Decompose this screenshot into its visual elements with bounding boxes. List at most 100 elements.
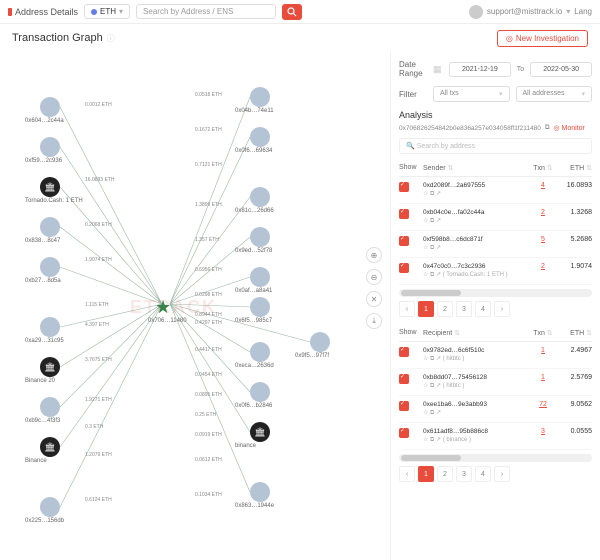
node-label: 0x604…2c44a: [25, 118, 64, 124]
graph-node[interactable]: [250, 87, 270, 107]
search-input[interactable]: Search by Address / ENS: [136, 4, 276, 19]
graph-node[interactable]: [250, 297, 270, 317]
node-label: 0x225…156db: [25, 518, 64, 524]
graph-node[interactable]: 🏛: [40, 177, 60, 197]
address-link[interactable]: 0xb04c0e…fa02c44a: [423, 209, 530, 216]
txn-link[interactable]: 72: [539, 401, 547, 408]
monitor-button[interactable]: ◎ Monitor: [553, 124, 584, 132]
address-link[interactable]: 0x611adf8…95b886c8: [423, 428, 530, 435]
eth-value: 16.0893: [556, 182, 592, 189]
address-link[interactable]: 0xb8dd07…75456128: [423, 374, 530, 381]
user-menu[interactable]: support@misttrack.io▾Lang: [469, 5, 592, 19]
graph-node[interactable]: [40, 397, 60, 417]
graph-node[interactable]: [40, 137, 60, 157]
address-link[interactable]: 0x47c0c0…7c3c2936: [423, 263, 530, 270]
txn-link[interactable]: 5: [541, 236, 545, 243]
download-button[interactable]: ⤓: [366, 313, 382, 329]
show-checkbox[interactable]: [399, 428, 409, 438]
recipients-header: Show Recipient ⇅ Txn ⇅ ETH ⇅: [399, 325, 592, 342]
address-filter-select[interactable]: All addresses▾: [516, 86, 593, 102]
page-3[interactable]: 3: [456, 301, 472, 317]
txn-link[interactable]: 4: [541, 182, 545, 189]
graph-node[interactable]: [250, 187, 270, 207]
address-link[interactable]: 0xd2089f…2a697555: [423, 182, 530, 189]
address-link[interactable]: 0x9782ed…6c6f510c: [423, 347, 530, 354]
page-3[interactable]: 3: [456, 466, 472, 482]
senders-scroll[interactable]: [399, 289, 592, 297]
graph-node[interactable]: [40, 217, 60, 237]
edge-label: 0.4297 ETH: [195, 320, 222, 326]
txn-link[interactable]: 3: [541, 428, 545, 435]
node-label: 0x04b…74e11: [235, 108, 274, 114]
page-1[interactable]: 1: [418, 301, 434, 317]
page-4[interactable]: 4: [475, 466, 491, 482]
graph-node[interactable]: 🏛: [250, 422, 270, 442]
graph-node[interactable]: [40, 97, 60, 117]
page-next[interactable]: ›: [494, 301, 510, 317]
eth-value: 5.2686: [556, 236, 592, 243]
txn-link[interactable]: 1: [541, 374, 545, 381]
zoom-in-button[interactable]: ⊕: [366, 247, 382, 263]
eth-value: 2.5769: [556, 374, 592, 381]
address-link[interactable]: 0xee1ba6…9e3abb93: [423, 401, 530, 408]
graph-node[interactable]: [250, 382, 270, 402]
show-checkbox[interactable]: [399, 347, 409, 357]
graph-node[interactable]: 🏛: [40, 437, 60, 457]
new-investigation-button[interactable]: ◎New Investigation: [497, 30, 588, 47]
graph-node[interactable]: [40, 497, 60, 517]
graph-node[interactable]: [250, 482, 270, 502]
page-next[interactable]: ›: [494, 466, 510, 482]
fit-button[interactable]: ✕: [366, 291, 382, 307]
txn-link[interactable]: 2: [541, 263, 545, 270]
side-panel: Date Range ▦ 2021-12-19 To 2022-05-30 Fi…: [390, 52, 600, 560]
search-icon: [287, 7, 297, 17]
page-prev[interactable]: ‹: [399, 466, 415, 482]
txn-link[interactable]: 2: [541, 209, 545, 216]
chain-selector[interactable]: ETH▾: [84, 4, 130, 19]
table-row: 0x611adf8…95b886c8☆ ⧉ ↗ ( binance ) 3 0.…: [399, 423, 592, 450]
node-label: Binance: [25, 458, 47, 464]
table-row: 0xb04c0e…fa02c44a☆ ⧉ ↗ 2 1.3268: [399, 204, 592, 231]
table-row: 0xee1ba6…9e3abb93☆ ⧉ ↗ 72 9.0562: [399, 396, 592, 423]
graph-node[interactable]: [250, 227, 270, 247]
date-to-input[interactable]: 2022-05-30: [530, 62, 592, 77]
avatar: [469, 5, 483, 19]
show-checkbox[interactable]: [399, 263, 409, 273]
page-1[interactable]: 1: [418, 466, 434, 482]
page-prev[interactable]: ‹: [399, 301, 415, 317]
txn-link[interactable]: 1: [541, 347, 545, 354]
page-4[interactable]: 4: [475, 301, 491, 317]
show-checkbox[interactable]: [399, 401, 409, 411]
recipients-scroll[interactable]: [399, 454, 592, 462]
copy-icon[interactable]: ⧉: [545, 124, 550, 132]
graph-node[interactable]: [310, 332, 330, 352]
info-icon[interactable]: ⓘ: [107, 34, 115, 43]
search-button[interactable]: [282, 4, 302, 20]
show-checkbox[interactable]: [399, 182, 409, 192]
date-from-input[interactable]: 2021-12-19: [449, 62, 511, 77]
show-checkbox[interactable]: [399, 209, 409, 219]
show-checkbox[interactable]: [399, 374, 409, 384]
node-label: binance: [235, 443, 256, 449]
show-checkbox[interactable]: [399, 236, 409, 246]
graph-node[interactable]: [250, 342, 270, 362]
graph-node[interactable]: [250, 127, 270, 147]
graph-node[interactable]: [250, 267, 270, 287]
search-address-input[interactable]: 🔍 Search by address: [399, 138, 592, 154]
page-2[interactable]: 2: [437, 301, 453, 317]
graph-node[interactable]: [40, 317, 60, 337]
address-link[interactable]: 0xf598b8…c6dc871f: [423, 236, 530, 243]
graph-node[interactable]: 🏛: [40, 357, 60, 377]
filter-label: Filter: [399, 90, 427, 99]
tx-filter-select[interactable]: All txs▾: [433, 86, 510, 102]
calendar-icon[interactable]: ▦: [433, 64, 443, 75]
node-label: 0x9ed…52f78: [235, 248, 272, 254]
edge-label: 1.357 ETH: [195, 237, 219, 243]
transaction-graph[interactable]: 0x604…2c44a0xf59…2c936🏛Tornado.Cash: 1 E…: [0, 52, 390, 560]
zoom-out-button[interactable]: ⊖: [366, 269, 382, 285]
graph-node[interactable]: [40, 257, 60, 277]
table-row: 0x9782ed…6c6f510c☆ ⧉ ↗ ( hitbtc ) 1 2.49…: [399, 342, 592, 369]
page-2[interactable]: 2: [437, 466, 453, 482]
table-row: 0x47c0c0…7c3c2936☆ ⧉ ↗ ( Tornado.Cash: 1…: [399, 258, 592, 285]
edge-label: 16.0893 ETH: [85, 177, 114, 183]
